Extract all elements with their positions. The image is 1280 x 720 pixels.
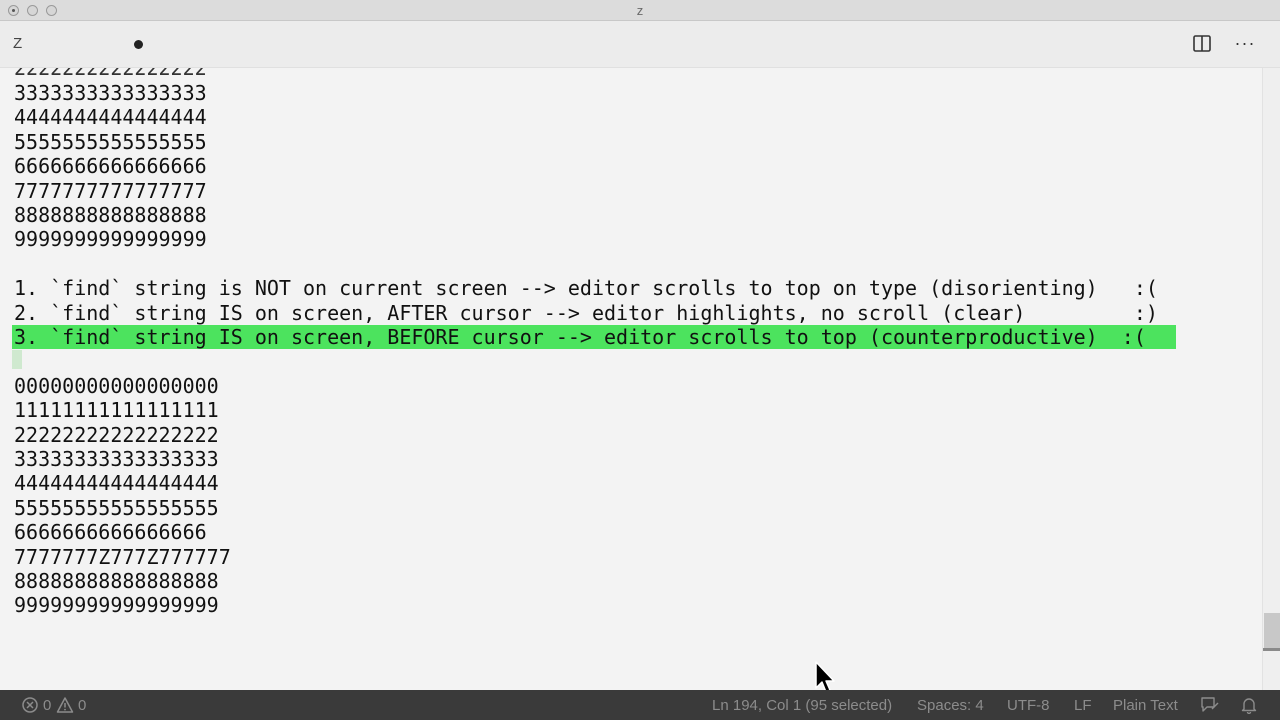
window-title: z: [636, 3, 644, 18]
editor-line: 33333333333333333: [14, 447, 219, 471]
editor-area[interactable]: 2222222222222222 3333333333333333 4444444…: [0, 68, 1280, 690]
editor-line-partial: 2222222222222222: [14, 68, 207, 80]
editor-line: 7777777Z777Z777777: [14, 544, 231, 569]
language-mode[interactable]: Plain Text: [1113, 697, 1178, 714]
editor-line: 88888888888888888: [14, 569, 219, 593]
scrollbar-thumb[interactable]: [1264, 613, 1280, 649]
editor-line: 5555555555555555: [14, 129, 207, 154]
editor-line: 3333333333333333: [14, 81, 207, 105]
error-count[interactable]: 0: [43, 697, 51, 714]
notifications-bell-icon[interactable]: [1240, 696, 1258, 714]
status-bar: 0 0 Ln 194, Col 1 (95 selected) Spaces: …: [0, 690, 1280, 720]
editor-line: 2. `find` string IS on screen, AFTER cur…: [14, 300, 1158, 325]
vertical-scrollbar[interactable]: [1262, 68, 1280, 690]
unsaved-dot-icon[interactable]: [134, 40, 143, 49]
tab-z[interactable]: Z: [13, 35, 22, 52]
editor-line: 6666666666666666: [14, 520, 207, 545]
editor-line: 7777777777777777: [14, 178, 207, 203]
feedback-icon[interactable]: [1200, 696, 1220, 714]
scrollbar-cursor-marker: [1263, 648, 1280, 651]
editor-line: 8888888888888888: [14, 203, 207, 227]
editor-line: 1. `find` string is NOT on current scree…: [14, 276, 1158, 301]
more-actions-icon[interactable]: ···: [1234, 31, 1256, 55]
tab-bar: Z ···: [0, 21, 1280, 68]
warning-count[interactable]: 0: [78, 697, 86, 714]
editor-line: 4444444444444444: [14, 105, 207, 130]
eol-setting[interactable]: LF: [1074, 697, 1092, 714]
editor-line: 11111111111111111: [14, 398, 219, 423]
cursor-position[interactable]: Ln 194, Col 1 (95 selected): [712, 697, 892, 714]
warning-icon[interactable]: [56, 696, 74, 714]
indentation-setting[interactable]: Spaces: 4: [917, 697, 984, 714]
selection-end-marker: [12, 350, 22, 369]
encoding-setting[interactable]: UTF-8: [1007, 697, 1050, 714]
title-bar: z: [0, 0, 1280, 21]
split-editor-icon[interactable]: [1193, 35, 1211, 52]
editor-line: 44444444444444444: [14, 471, 219, 496]
editor-line: 9999999999999999: [14, 227, 207, 252]
editor-line: 22222222222222222: [14, 422, 219, 447]
editor-line: 99999999999999999: [14, 593, 219, 618]
editor-line: 00000000000000000: [14, 373, 219, 398]
editor-line-selected: 3. `find` string IS on screen, BEFORE cu…: [12, 325, 1176, 349]
error-icon[interactable]: [21, 696, 39, 714]
editor-line: 55555555555555555: [14, 495, 219, 520]
editor-line: 6666666666666666: [14, 154, 207, 179]
